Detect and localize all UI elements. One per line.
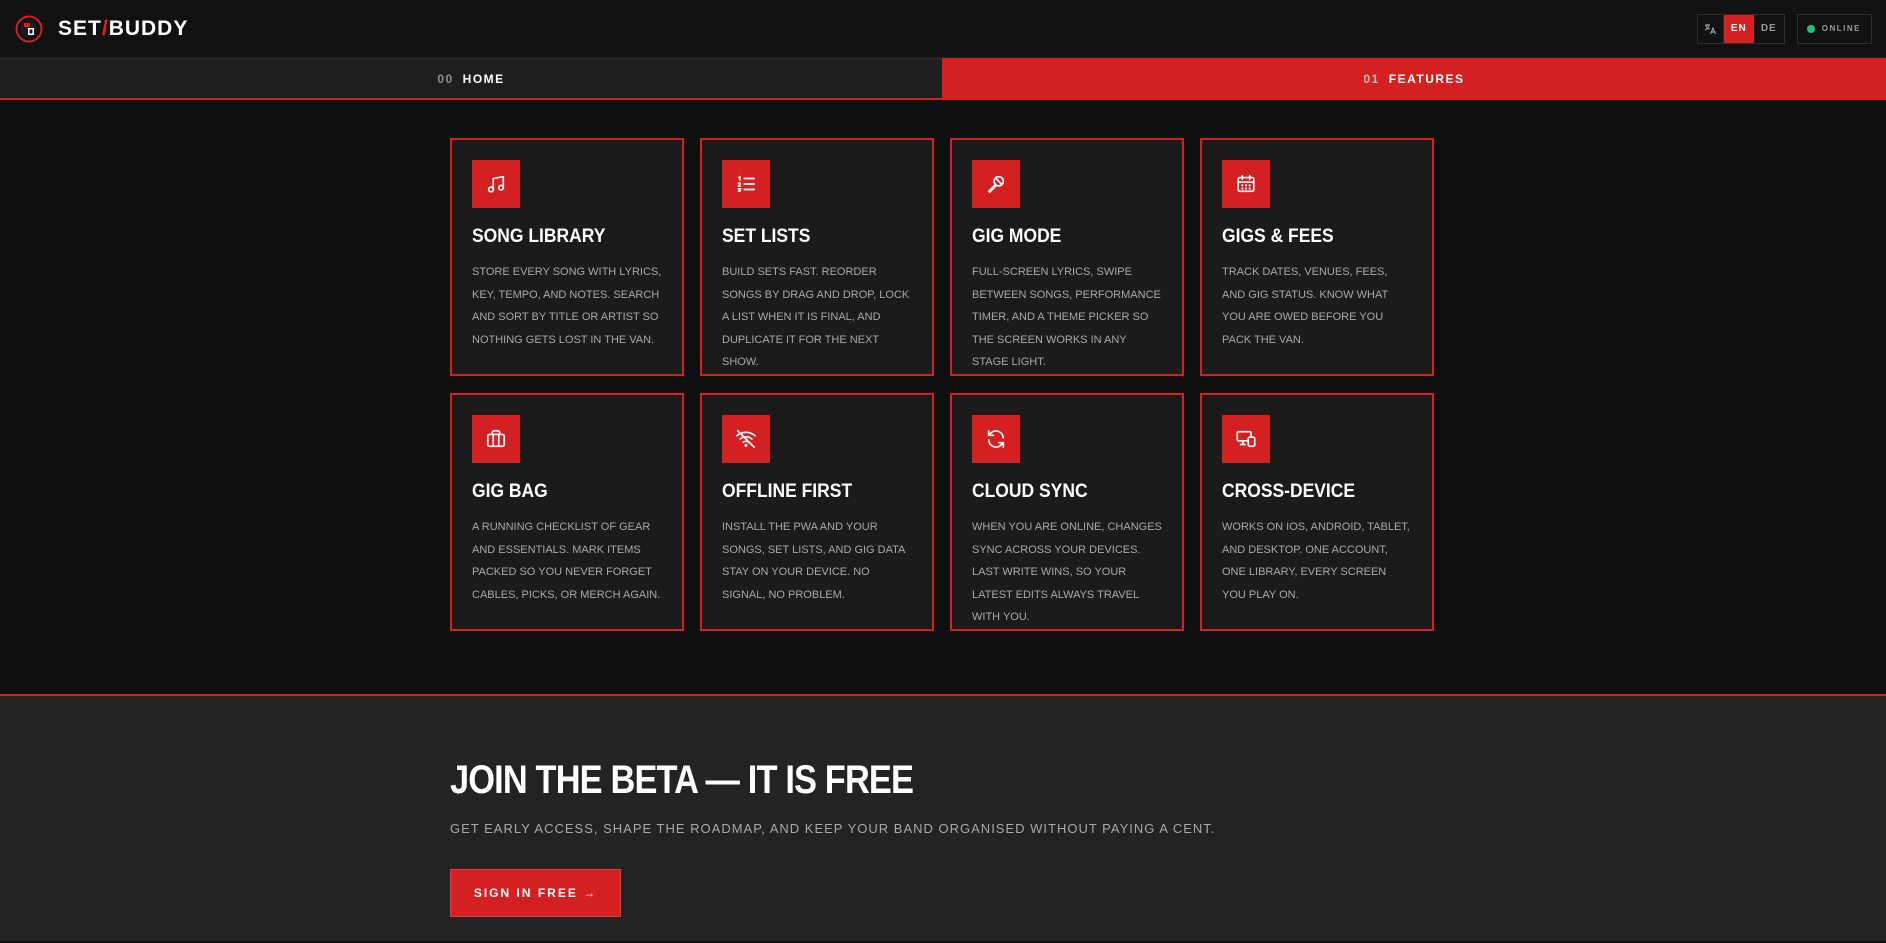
music-note-icon: [472, 160, 520, 208]
tab-features-number: 01: [1363, 71, 1380, 86]
numbered-list-icon: [722, 160, 770, 208]
feature-card-gig-mode: GIG MODE FULL-SCREEN LYRICS, SWIPE BETWE…: [950, 138, 1184, 376]
feature-card-song-library: SONG LIBRARY STORE EVERY SONG WITH LYRIC…: [450, 138, 684, 376]
devices-icon: [1222, 415, 1270, 463]
translate-icon: [1698, 14, 1724, 43]
language-en-button[interactable]: EN: [1723, 14, 1754, 43]
tab-home-label: HOME: [462, 71, 505, 86]
calendar-icon: [1222, 160, 1270, 208]
beta-cta-section: JOIN THE BETA — IT IS FREE GET EARLY ACC…: [0, 696, 1886, 941]
feature-title: GIGS & FEES: [1222, 226, 1334, 247]
feature-description: TRACK DATES, VENUES, FEES, AND GIG STATU…: [1222, 266, 1389, 346]
status-label: ONLINE: [1821, 24, 1861, 33]
sync-icon: [972, 415, 1020, 463]
sign-in-free-button[interactable]: SIGN IN FREE →: [450, 869, 621, 917]
top-bar: SET/BUDDY EN DE ONLINE: [0, 0, 1886, 58]
main-tabs: 00 HOME 01 FEATURES: [0, 58, 1886, 100]
feature-description: FULL-SCREEN LYRICS, SWIPE BETWEEN SONGS,…: [972, 266, 1161, 368]
feature-description: A RUNNING CHECKLIST OF GEAR AND ESSENTIA…: [472, 521, 661, 601]
tab-features[interactable]: 01 FEATURES: [943, 58, 1886, 98]
briefcase-icon: [472, 415, 520, 463]
tab-home-number: 00: [437, 71, 454, 86]
feature-card-gigs-fees: GIGS & FEES TRACK DATES, VENUES, FEES, A…: [1200, 138, 1434, 376]
feature-title: CROSS-DEVICE: [1222, 481, 1356, 502]
wifi-off-icon: [722, 415, 770, 463]
feature-description: WHEN YOU ARE ONLINE, CHANGES SYNC ACROSS…: [972, 521, 1162, 623]
feature-description: WORKS ON IOS, ANDROID, TABLET, AND DESKT…: [1222, 521, 1410, 601]
feature-card-cloud-sync: CLOUD SYNC WHEN YOU ARE ONLINE, CHANGES …: [950, 393, 1184, 631]
brand-name[interactable]: SET/BUDDY: [58, 17, 188, 41]
feature-title: SONG LIBRARY: [472, 226, 606, 247]
feature-description: INSTALL THE PWA AND YOUR SONGS, SET LIST…: [722, 521, 905, 601]
feature-description: STORE EVERY SONG WITH LYRICS, KEY, TEMPO…: [472, 266, 662, 346]
feature-title: GIG MODE: [972, 226, 1062, 247]
logo-icon[interactable]: [14, 14, 44, 44]
feature-card-set-lists: SET LISTS BUILD SETS FAST. REORDER SONGS…: [700, 138, 934, 376]
feature-card-gig-bag: GIG BAG A RUNNING CHECKLIST OF GEAR AND …: [450, 393, 684, 631]
feature-description: BUILD SETS FAST. REORDER SONGS BY DRAG A…: [722, 266, 910, 368]
tab-features-label: FEATURES: [1388, 71, 1465, 86]
language-de-button[interactable]: DE: [1754, 15, 1784, 43]
feature-title: CLOUD SYNC: [972, 481, 1088, 502]
connection-status-badge: ONLINE: [1796, 13, 1872, 44]
feature-title: GIG BAG: [472, 481, 548, 502]
feature-card-offline-first: OFFLINE FIRST INSTALL THE PWA AND YOUR S…: [700, 393, 934, 631]
cta-subtitle: GET EARLY ACCESS, SHAPE THE ROADMAP, AND…: [450, 821, 1216, 836]
cta-title: JOIN THE BETA — IT IS FREE: [450, 758, 914, 802]
feature-card-cross-device: CROSS-DEVICE WORKS ON IOS, ANDROID, TABL…: [1200, 393, 1434, 631]
feature-title: SET LISTS: [722, 226, 811, 247]
feature-title: OFFLINE FIRST: [722, 481, 853, 502]
language-switcher: EN DE: [1696, 13, 1785, 44]
features-section: SONG LIBRARY STORE EVERY SONG WITH LYRIC…: [0, 100, 1886, 696]
features-grid: SONG LIBRARY STORE EVERY SONG WITH LYRIC…: [450, 138, 1434, 631]
microphone-icon: [972, 160, 1020, 208]
status-dot-icon: [1806, 24, 1815, 33]
tab-home[interactable]: 00 HOME: [0, 58, 943, 98]
